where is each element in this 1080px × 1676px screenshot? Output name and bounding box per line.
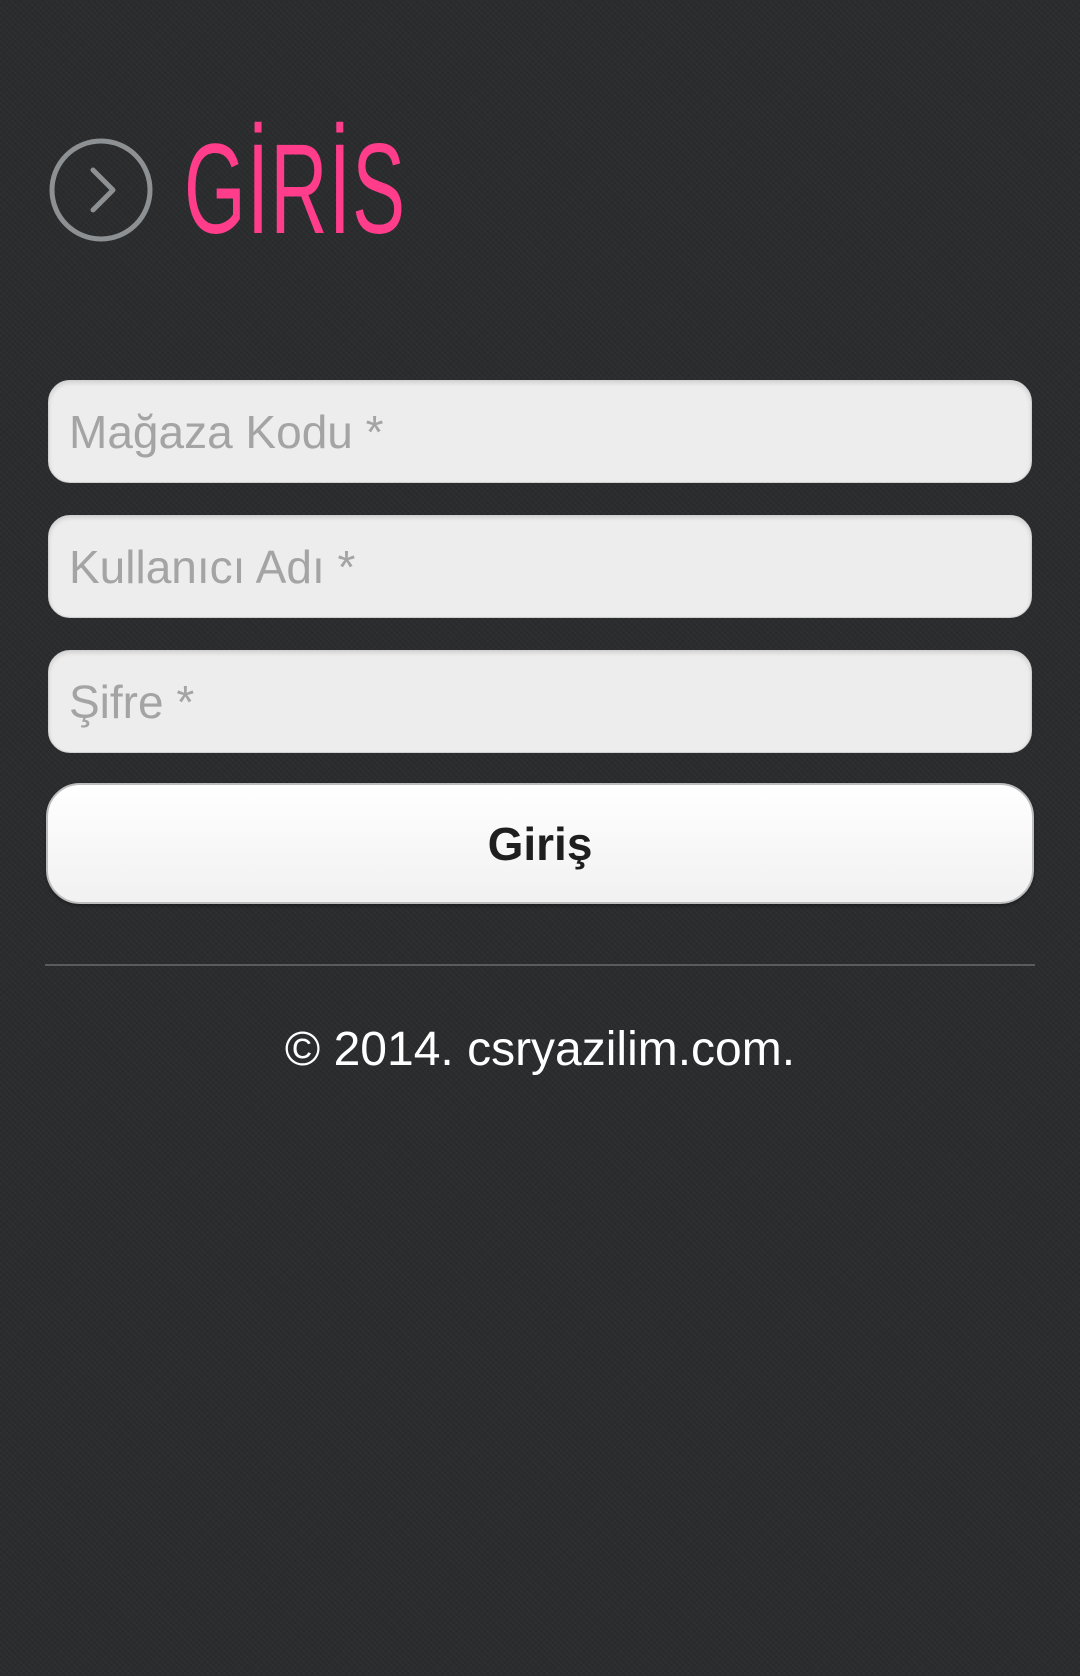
page-title: GİRİS <box>184 118 407 261</box>
login-button[interactable]: Giriş <box>46 783 1034 904</box>
copyright-footer: © 2014. csryazilim.com. <box>284 1023 796 1076</box>
password-input[interactable] <box>48 650 1032 753</box>
divider <box>45 964 1035 966</box>
username-input[interactable] <box>48 515 1032 618</box>
page-header: GİRİS <box>48 126 543 254</box>
store-code-input[interactable] <box>48 380 1032 483</box>
chevron-right-circle-icon[interactable] <box>48 137 154 243</box>
